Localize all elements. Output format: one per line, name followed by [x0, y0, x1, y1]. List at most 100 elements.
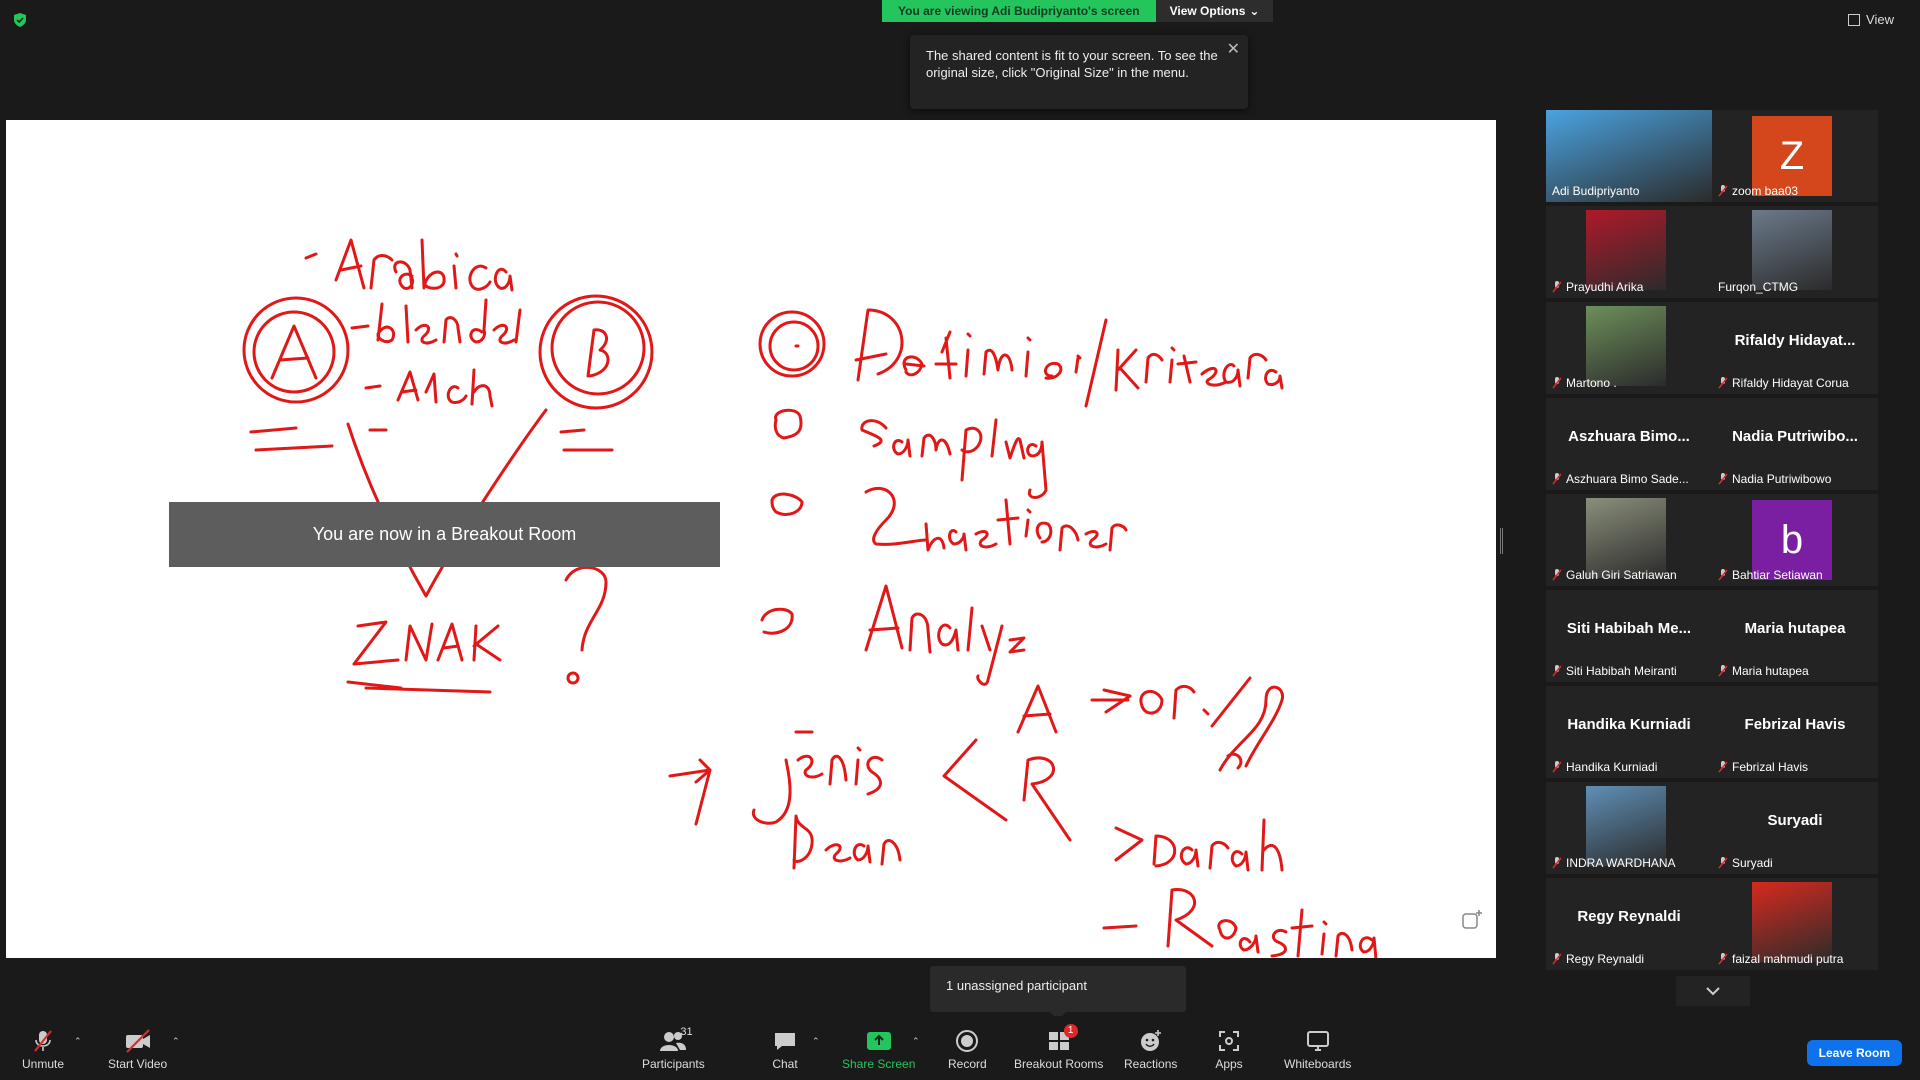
- reactions-button[interactable]: Reactions: [1124, 1028, 1177, 1071]
- participant-name: Bahtiar Setiawan: [1732, 568, 1823, 582]
- fit-screen-tooltip: The shared content is fit to your screen…: [910, 35, 1248, 109]
- participant-name-display: Maria hutapea: [1744, 620, 1846, 637]
- mic-off-icon: [28, 1028, 58, 1054]
- participants-button[interactable]: 31 Participants: [642, 1026, 705, 1071]
- participant-name: Maria hutapea: [1732, 664, 1809, 678]
- participant-name: Regy Reynaldi: [1566, 952, 1645, 966]
- participant-tile[interactable]: Handika Kurniadi Handika Kurniadi: [1546, 686, 1712, 778]
- participant-tile[interactable]: Prayudhi Arika: [1546, 206, 1712, 298]
- participant-tile[interactable]: b Bahtiar Setiawan: [1712, 494, 1878, 586]
- participant-name: Suryadi: [1732, 856, 1773, 870]
- participant-caption: INDRA WARDHANA: [1552, 856, 1676, 870]
- whiteboards-label: Whiteboards: [1284, 1057, 1352, 1071]
- participant-caption: Suryadi: [1718, 856, 1773, 870]
- video-options-caret-icon[interactable]: ⌃: [172, 1036, 180, 1047]
- panel-resize-handle[interactable]: [1500, 528, 1503, 554]
- unmute-button[interactable]: Unmute: [22, 1028, 64, 1071]
- mic-muted-icon: [1552, 569, 1562, 581]
- apps-button[interactable]: Apps: [1214, 1028, 1244, 1071]
- security-shield-icon[interactable]: [12, 12, 28, 28]
- mic-muted-icon: [1718, 665, 1728, 677]
- participant-caption: Handika Kurniadi: [1552, 760, 1657, 774]
- participant-name-display: Rifaldy Hidayat...: [1734, 332, 1856, 349]
- participant-tile[interactable]: Aszhuara Bimo... Aszhuara Bimo Sade...: [1546, 398, 1712, 490]
- participant-caption: Febrizal Havis: [1718, 760, 1808, 774]
- participant-tile[interactable]: Zzoom baa03: [1712, 110, 1878, 202]
- participant-video: [1586, 786, 1666, 866]
- view-layout-label: View: [1866, 12, 1894, 27]
- view-options-label: View Options: [1169, 4, 1246, 18]
- participants-count: 31: [680, 1026, 693, 1038]
- mic-muted-icon: [1718, 185, 1728, 197]
- participant-name: Febrizal Havis: [1732, 760, 1809, 774]
- participant-caption: zoom baa03: [1718, 184, 1798, 198]
- participant-caption: Regy Reynaldi: [1552, 952, 1644, 966]
- apps-icon: [1214, 1028, 1244, 1054]
- record-button[interactable]: Record: [948, 1028, 987, 1071]
- participant-tile[interactable]: Martono .: [1546, 302, 1712, 394]
- participant-name: INDRA WARDHANA: [1566, 856, 1676, 870]
- breakout-rooms-button[interactable]: 1 Breakout Rooms: [1014, 1024, 1103, 1071]
- whiteboards-button[interactable]: Whiteboards: [1284, 1028, 1351, 1071]
- gallery-scroll-down-button[interactable]: [1676, 976, 1750, 1006]
- chevron-down-icon: ⌄: [1249, 4, 1260, 18]
- participants-icon: 31: [658, 1026, 693, 1054]
- view-options-button[interactable]: View Options ⌄: [1155, 0, 1274, 22]
- participant-tile[interactable]: Rifaldy Hidayat... Rifaldy Hidayat Corua: [1712, 302, 1878, 394]
- breakout-rooms-icon: 1: [1044, 1024, 1078, 1054]
- record-label: Record: [948, 1057, 987, 1071]
- participant-video: [1752, 210, 1832, 290]
- participant-tile[interactable]: Galuh Giri Satriawan: [1546, 494, 1712, 586]
- participant-name: Galuh Giri Satriawan: [1566, 568, 1677, 582]
- participant-tile[interactable]: Nadia Putriwibo... Nadia Putriwibowo: [1712, 398, 1878, 490]
- participant-caption: Furqon_CTMG: [1718, 280, 1798, 294]
- mic-muted-icon: [1552, 665, 1562, 677]
- share-options-caret-icon[interactable]: ⌃: [912, 1036, 920, 1047]
- chat-icon: [770, 1028, 800, 1054]
- mic-muted-icon: [1552, 377, 1562, 389]
- participant-tile[interactable]: Maria hutapea Maria hutapea: [1712, 590, 1878, 682]
- participant-tile[interactable]: Adi Budipriyanto: [1546, 110, 1712, 202]
- participant-tile[interactable]: INDRA WARDHANA: [1546, 782, 1712, 874]
- participant-tile[interactable]: faizal mahmudi putra: [1712, 878, 1878, 970]
- share-screen-button[interactable]: Share Screen: [842, 1028, 915, 1071]
- tooltip-text: The shared content is fit to your screen…: [926, 48, 1218, 80]
- participant-tile[interactable]: Regy Reynaldi Regy Reynaldi: [1546, 878, 1712, 970]
- chat-label: Chat: [772, 1057, 798, 1071]
- participant-name-display: Handika Kurniadi: [1567, 716, 1691, 733]
- audio-options-caret-icon[interactable]: ⌃: [74, 1036, 82, 1047]
- participant-tile[interactable]: Suryadi Suryadi: [1712, 782, 1878, 874]
- video-off-icon: [123, 1028, 153, 1054]
- meeting-toolbar: Unmute ⌃ Start Video ⌃ 31 Participants C…: [0, 1016, 1920, 1080]
- unassigned-participant-notice[interactable]: 1 unassigned participant: [930, 966, 1186, 1020]
- participant-caption: faizal mahmudi putra: [1718, 952, 1843, 966]
- participant-caption: Rifaldy Hidayat Corua: [1718, 376, 1849, 390]
- apps-label: Apps: [1215, 1057, 1243, 1071]
- participant-video: [1586, 498, 1666, 578]
- participant-name: Martono .: [1566, 376, 1617, 390]
- viewing-banner: You are viewing Adi Budipriyanto's scree…: [882, 0, 1274, 22]
- chevron-down-icon: [1706, 987, 1720, 996]
- close-icon[interactable]: ✕: [1227, 41, 1240, 58]
- record-icon: [952, 1028, 982, 1054]
- share-screen-icon: [864, 1028, 894, 1054]
- participant-name-display: Aszhuara Bimo...: [1568, 428, 1690, 445]
- mic-muted-icon: [1718, 761, 1728, 773]
- shared-screen: You are now in a Breakout Room: [6, 120, 1496, 958]
- participant-tile[interactable]: Siti Habibah Me... Siti Habibah Meiranti: [1546, 590, 1712, 682]
- participant-tile[interactable]: Furqon_CTMG: [1712, 206, 1878, 298]
- start-video-button[interactable]: Start Video: [108, 1028, 167, 1071]
- chat-options-caret-icon[interactable]: ⌃: [812, 1036, 820, 1047]
- leave-room-button[interactable]: Leave Room: [1806, 1040, 1902, 1066]
- participants-label: Participants: [642, 1057, 705, 1071]
- participant-video: [1586, 306, 1666, 386]
- add-annotation-icon[interactable]: [1460, 908, 1484, 932]
- mic-muted-icon: [1718, 569, 1728, 581]
- participant-name: Rifaldy Hidayat Corua: [1732, 376, 1849, 390]
- view-layout-button[interactable]: View: [1848, 12, 1894, 27]
- mic-muted-icon: [1552, 857, 1562, 869]
- breakout-room-toast: You are now in a Breakout Room: [169, 502, 720, 567]
- chat-button[interactable]: Chat: [770, 1028, 800, 1071]
- participant-tile[interactable]: Febrizal Havis Febrizal Havis: [1712, 686, 1878, 778]
- whiteboard-icon: [1303, 1028, 1333, 1054]
